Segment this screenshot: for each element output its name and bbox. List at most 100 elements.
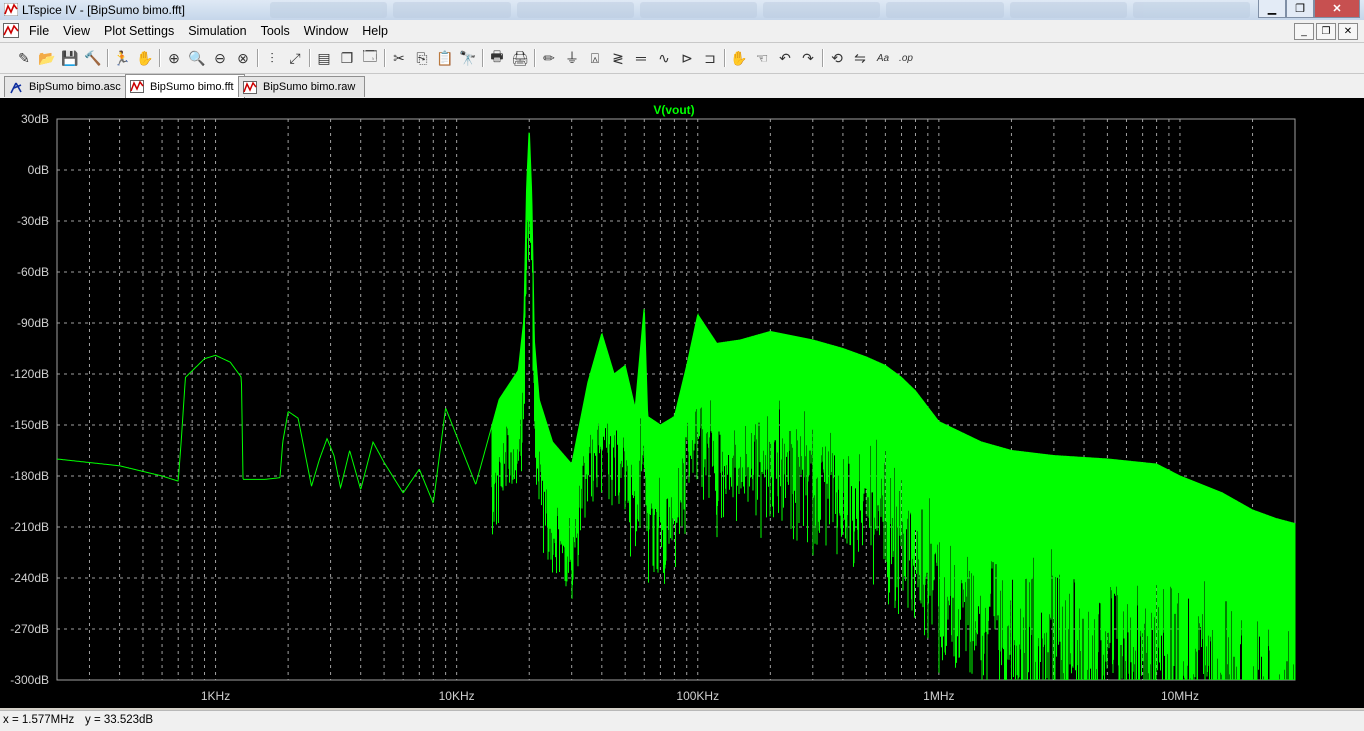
menu-items: File View Plot Settings Simulation Tools… [22,24,395,38]
doc-restore-button[interactable]: ❐ [1316,23,1336,40]
rotate-button[interactable]: ⟲ [827,48,847,68]
toolbar-separator [384,49,386,67]
doc-minimize-button[interactable]: _ [1294,23,1314,40]
close-button[interactable]: ✕ [1314,0,1360,18]
waveform-icon [243,80,257,94]
title-bar: LTspice IV - [BipSumo bimo.fft] ▁ ❐ ✕ [0,0,1364,20]
wire-button[interactable]: ✏ [539,48,559,68]
copy-button[interactable]: ⎘ [412,48,432,68]
spice-directive-button[interactable]: .op [896,48,916,68]
y-tick-label[interactable]: -60dB [17,265,49,279]
y-tick-label[interactable]: 30dB [21,112,49,126]
text-button[interactable]: Aa [873,48,893,68]
inductor-button[interactable]: ∿ [654,48,674,68]
x-tick-label[interactable]: 10KHz [439,689,475,703]
y-tick-label[interactable]: 0dB [28,163,49,177]
trace-vout[interactable] [56,132,1296,680]
waveform-icon [130,80,144,93]
pan-button[interactable]: 🔍 [187,48,207,68]
save-button[interactable]: 💾 [60,48,80,68]
window-controls: ▁ ❐ ✕ [1258,0,1360,18]
waveform-doc-icon[interactable] [3,23,19,38]
new-schematic-button[interactable]: ✎ [14,48,34,68]
taskbar-thumbnails [270,2,1250,18]
label-net-button[interactable]: ⍓ [585,48,605,68]
zoom-area-button[interactable]: ⊕ [164,48,184,68]
open-button[interactable]: 📂 [37,48,57,68]
paste-button[interactable]: 📋 [435,48,455,68]
x-tick-label[interactable]: 10MHz [1161,689,1199,703]
control-panel-button[interactable]: 🔨 [83,48,103,68]
tab-bipsumo-asc[interactable]: BipSumo bimo.asc [4,76,132,97]
x-tick-label[interactable]: 1MHz [923,689,954,703]
pick-visible-traces-button[interactable]: ⤢ [285,48,305,68]
y-tick-label[interactable]: -300dB [10,673,49,687]
zoom-out-button[interactable]: ⊖ [210,48,230,68]
halt-button[interactable]: ✋ [135,48,155,68]
window-title: LTspice IV - [BipSumo bimo.fft] [22,3,185,17]
resistor-button[interactable]: ≷ [608,48,628,68]
move-button[interactable]: ✋ [729,48,749,68]
autorange-button[interactable]: ⫶ [262,48,282,68]
y-tick-label[interactable]: -240dB [10,571,49,585]
tile-horizontal-button[interactable]: ▤ [314,48,334,68]
drag-button[interactable]: ☜ [752,48,772,68]
ground-button[interactable]: ⏚ [562,48,582,68]
y-tick-label[interactable]: -90dB [17,316,49,330]
toolbar: ✎ 📂 💾 🔨 🏃 ✋ ⊕ 🔍 ⊖ ⊗ ⫶ ⤢ ▤ ❐ 🗔 ✂ ⎘ 📋 🔭 🖶 🖨 ✏ ⏚ ⍓ ≷ ═ ∿ ⊳ ⊐ ✋ ☜ ↶ ↷ ⟲ ⇋ Aa .op [0,43,1364,74]
minimize-button[interactable]: ▁ [1258,0,1286,18]
y-tick-label[interactable]: -270dB [10,622,49,636]
tab-label: BipSumo bimo.asc [29,81,121,93]
component-button[interactable]: ⊐ [700,48,720,68]
trace-layer [56,132,1296,680]
close-windows-button[interactable]: 🗔 [360,48,380,68]
tab-label: BipSumo bimo.raw [263,81,356,93]
document-window-controls: _ ❐ ✕ [1294,23,1358,40]
ltspice-app-icon [4,3,18,16]
y-tick-label[interactable]: -120dB [10,367,49,381]
cursor-y-readout: y = 33.523dB [85,714,154,726]
doc-close-button[interactable]: ✕ [1338,23,1358,40]
capacitor-button[interactable]: ═ [631,48,651,68]
print-button[interactable]: 🖨 [510,48,530,68]
toolbar-separator [309,49,311,67]
print-preview-button[interactable]: 🖶 [487,48,507,68]
y-tick-label[interactable]: -210dB [10,520,49,534]
menu-bar: File View Plot Settings Simulation Tools… [0,20,1364,43]
document-tabs: BipSumo bimo.asc BipSumo bimo.fft BipSum… [0,74,1364,98]
cut-button[interactable]: ✂ [389,48,409,68]
diode-button[interactable]: ⊳ [677,48,697,68]
menu-view[interactable]: View [56,24,97,38]
mirror-button[interactable]: ⇋ [850,48,870,68]
menu-help[interactable]: Help [355,24,395,38]
cascade-button[interactable]: ❐ [337,48,357,68]
undo-button[interactable]: ↶ [775,48,795,68]
x-tick-label[interactable]: 100KHz [676,689,719,703]
menu-simulation[interactable]: Simulation [181,24,253,38]
menu-file[interactable]: File [22,24,56,38]
fft-plot[interactable]: V(vout) 30dB 0dB -30dB -60dB -90dB -120dB -150… [0,98,1364,708]
toolbar-separator [159,49,161,67]
schematic-icon [10,82,22,93]
find-button[interactable]: 🔭 [458,48,478,68]
y-tick-label[interactable]: -150dB [10,418,49,432]
tab-bipsumo-fft[interactable]: BipSumo bimo.fft [125,74,245,98]
tab-bipsumo-raw[interactable]: BipSumo bimo.raw [238,76,365,97]
x-tick-label[interactable]: 1KHz [201,689,230,703]
status-bar: x = 1.577MHz y = 33.523dB [0,710,1364,731]
menu-plot-settings[interactable]: Plot Settings [97,24,181,38]
redo-button[interactable]: ↷ [798,48,818,68]
restore-button[interactable]: ❐ [1286,0,1314,18]
waveform-plot-pane[interactable]: V(vout) 30dB 0dB -30dB -60dB -90dB -120dB -150… [0,98,1364,708]
run-button[interactable]: 🏃 [112,48,132,68]
zoom-fit-button[interactable]: ⊗ [233,48,253,68]
toolbar-separator [534,49,536,67]
y-tick-label[interactable]: -30dB [17,214,49,228]
tab-label: BipSumo bimo.fft [150,80,234,93]
menu-window[interactable]: Window [297,24,355,38]
menu-tools[interactable]: Tools [254,24,297,38]
cursor-x-readout: x = 1.577MHz [3,714,75,726]
toolbar-separator [482,49,484,67]
trace-title[interactable]: V(vout) [653,103,694,117]
y-tick-label[interactable]: -180dB [10,469,49,483]
